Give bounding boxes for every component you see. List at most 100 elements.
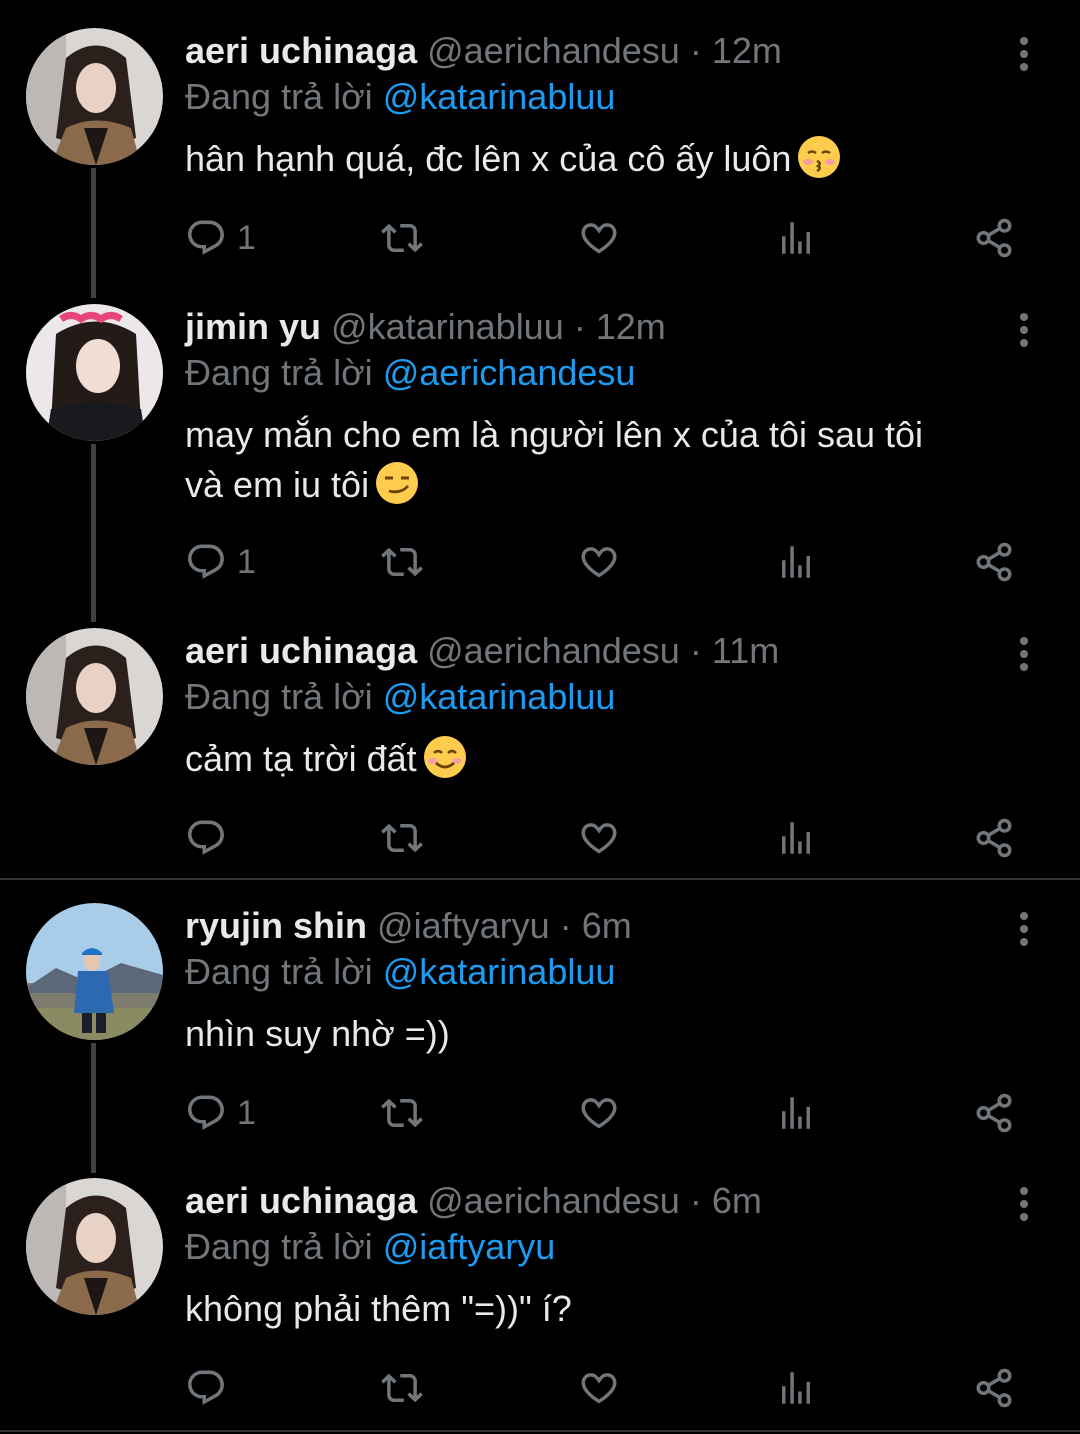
views-icon xyxy=(775,817,817,859)
tweet-1[interactable]: aeri uchinaga @aerichandesu · 12m Đang t… xyxy=(0,0,1080,298)
views-button[interactable] xyxy=(775,540,817,584)
share-icon xyxy=(973,541,1015,583)
retweet-button[interactable] xyxy=(381,216,423,260)
avatar[interactable] xyxy=(26,903,163,1040)
action-bar: 1 xyxy=(185,1091,1020,1135)
retweet-icon xyxy=(381,541,423,583)
tweet-4[interactable]: ryujin shin @iaftyaryu · 6m Đang trả lời… xyxy=(0,875,1080,1173)
like-button[interactable] xyxy=(578,540,620,584)
tweet-5[interactable]: aeri uchinaga @aerichandesu · 6m Đang tr… xyxy=(0,1150,1080,1434)
share-button[interactable] xyxy=(973,1091,1015,1135)
tweet-text-line: may mắn cho em là người lên x của tôi sa… xyxy=(185,414,924,455)
tweet-text: cảm tạ trời đất xyxy=(185,734,1020,784)
retweet-icon xyxy=(381,1367,423,1409)
action-bar: 1 xyxy=(185,216,1020,260)
share-button[interactable] xyxy=(973,216,1015,260)
reply-icon xyxy=(185,817,227,859)
kissing-closed-eyes-emoji xyxy=(797,135,841,179)
user-handle[interactable]: @aerichandesu xyxy=(427,30,680,71)
display-name[interactable]: ryujin shin xyxy=(185,905,367,946)
mention-link[interactable]: @katarinabluu xyxy=(383,951,616,992)
display-name[interactable]: aeri uchinaga xyxy=(185,30,417,71)
heart-icon xyxy=(578,817,620,859)
reply-icon xyxy=(185,217,227,259)
mention-link[interactable]: @iaftyaryu xyxy=(383,1226,556,1267)
tweet-text: hân hạnh quá, đc lên x của cô ấy luôn xyxy=(185,134,1020,184)
more-options-icon[interactable] xyxy=(1014,312,1034,348)
avatar[interactable] xyxy=(26,304,163,441)
tweet-3[interactable]: aeri uchinaga @aerichandesu · 11m Đang t… xyxy=(0,600,1080,878)
mention-link[interactable]: @aerichandesu xyxy=(383,352,636,393)
reply-button[interactable]: 1 xyxy=(185,1091,256,1135)
tweet-text: không phải thêm "=))" í? xyxy=(185,1288,572,1329)
share-button[interactable] xyxy=(973,816,1015,860)
timestamp[interactable]: 12m xyxy=(596,306,666,347)
mention-link[interactable]: @katarinabluu xyxy=(383,676,616,717)
reply-icon xyxy=(185,541,227,583)
timestamp[interactable]: 6m xyxy=(712,1180,762,1221)
heart-icon xyxy=(578,1092,620,1134)
thread-connector xyxy=(91,444,96,622)
more-options-icon[interactable] xyxy=(1014,1186,1034,1222)
views-button[interactable] xyxy=(775,1366,817,1410)
bottom-divider xyxy=(0,1430,1080,1432)
share-icon xyxy=(973,217,1015,259)
tweet-header: jimin yu @katarinabluu · 12m xyxy=(185,304,1020,350)
replying-to-label: Đang trả lời xyxy=(185,951,373,992)
views-button[interactable] xyxy=(775,816,817,860)
like-button[interactable] xyxy=(578,216,620,260)
retweet-button[interactable] xyxy=(381,1366,423,1410)
tweet-text-line: và em iu tôi xyxy=(185,464,370,505)
like-button[interactable] xyxy=(578,1091,620,1135)
views-button[interactable] xyxy=(775,216,817,260)
share-icon xyxy=(973,1092,1015,1134)
separator-dot: · xyxy=(689,630,702,671)
more-options-icon[interactable] xyxy=(1014,36,1034,72)
share-button[interactable] xyxy=(973,540,1015,584)
share-icon xyxy=(973,1367,1015,1409)
replying-to: Đang trả lời @katarinabluu xyxy=(185,674,1020,720)
like-button[interactable] xyxy=(578,816,620,860)
share-button[interactable] xyxy=(973,1366,1015,1410)
reply-button[interactable] xyxy=(185,1366,227,1410)
tweet-text-content: hân hạnh quá, đc lên x của cô ấy luôn xyxy=(185,138,792,179)
heart-icon xyxy=(578,1367,620,1409)
reply-button[interactable]: 1 xyxy=(185,216,256,260)
user-handle[interactable]: @aerichandesu xyxy=(427,630,680,671)
reply-count: 1 xyxy=(237,219,256,257)
user-handle[interactable]: @katarinabluu xyxy=(331,306,564,347)
replying-to: Đang trả lời @katarinabluu xyxy=(185,949,1020,995)
heart-icon xyxy=(578,541,620,583)
display-name[interactable]: jimin yu xyxy=(185,306,321,347)
user-handle[interactable]: @aerichandesu xyxy=(427,1180,680,1221)
user-handle[interactable]: @iaftyaryu xyxy=(377,905,550,946)
views-icon xyxy=(775,1092,817,1134)
avatar[interactable] xyxy=(26,1178,163,1315)
more-options-icon[interactable] xyxy=(1014,636,1034,672)
reply-button[interactable] xyxy=(185,816,227,860)
tweet-2[interactable]: jimin yu @katarinabluu · 12m Đang trả lờ… xyxy=(0,276,1080,622)
tweet-header: aeri uchinaga @aerichandesu · 12m xyxy=(185,28,1020,74)
separator-dot: · xyxy=(559,905,572,946)
timestamp[interactable]: 12m xyxy=(712,30,782,71)
views-button[interactable] xyxy=(775,1091,817,1135)
replying-to: Đang trả lời @katarinabluu xyxy=(185,74,1020,120)
avatar[interactable] xyxy=(26,28,163,165)
replying-to-label: Đang trả lời xyxy=(185,76,373,117)
retweet-button[interactable] xyxy=(381,540,423,584)
replying-to: Đang trả lời @aerichandesu xyxy=(185,350,1020,396)
avatar[interactable] xyxy=(26,628,163,765)
more-options-icon[interactable] xyxy=(1014,911,1034,947)
timestamp[interactable]: 6m xyxy=(582,905,632,946)
display-name[interactable]: aeri uchinaga xyxy=(185,630,417,671)
reply-button[interactable]: 1 xyxy=(185,540,256,584)
retweet-button[interactable] xyxy=(381,1091,423,1135)
timestamp[interactable]: 11m xyxy=(712,630,779,671)
separator-dot: · xyxy=(689,1180,702,1221)
mention-link[interactable]: @katarinabluu xyxy=(383,76,616,117)
share-icon xyxy=(973,817,1015,859)
like-button[interactable] xyxy=(578,1366,620,1410)
retweet-button[interactable] xyxy=(381,816,423,860)
display-name[interactable]: aeri uchinaga xyxy=(185,1180,417,1221)
action-bar xyxy=(185,816,1020,860)
